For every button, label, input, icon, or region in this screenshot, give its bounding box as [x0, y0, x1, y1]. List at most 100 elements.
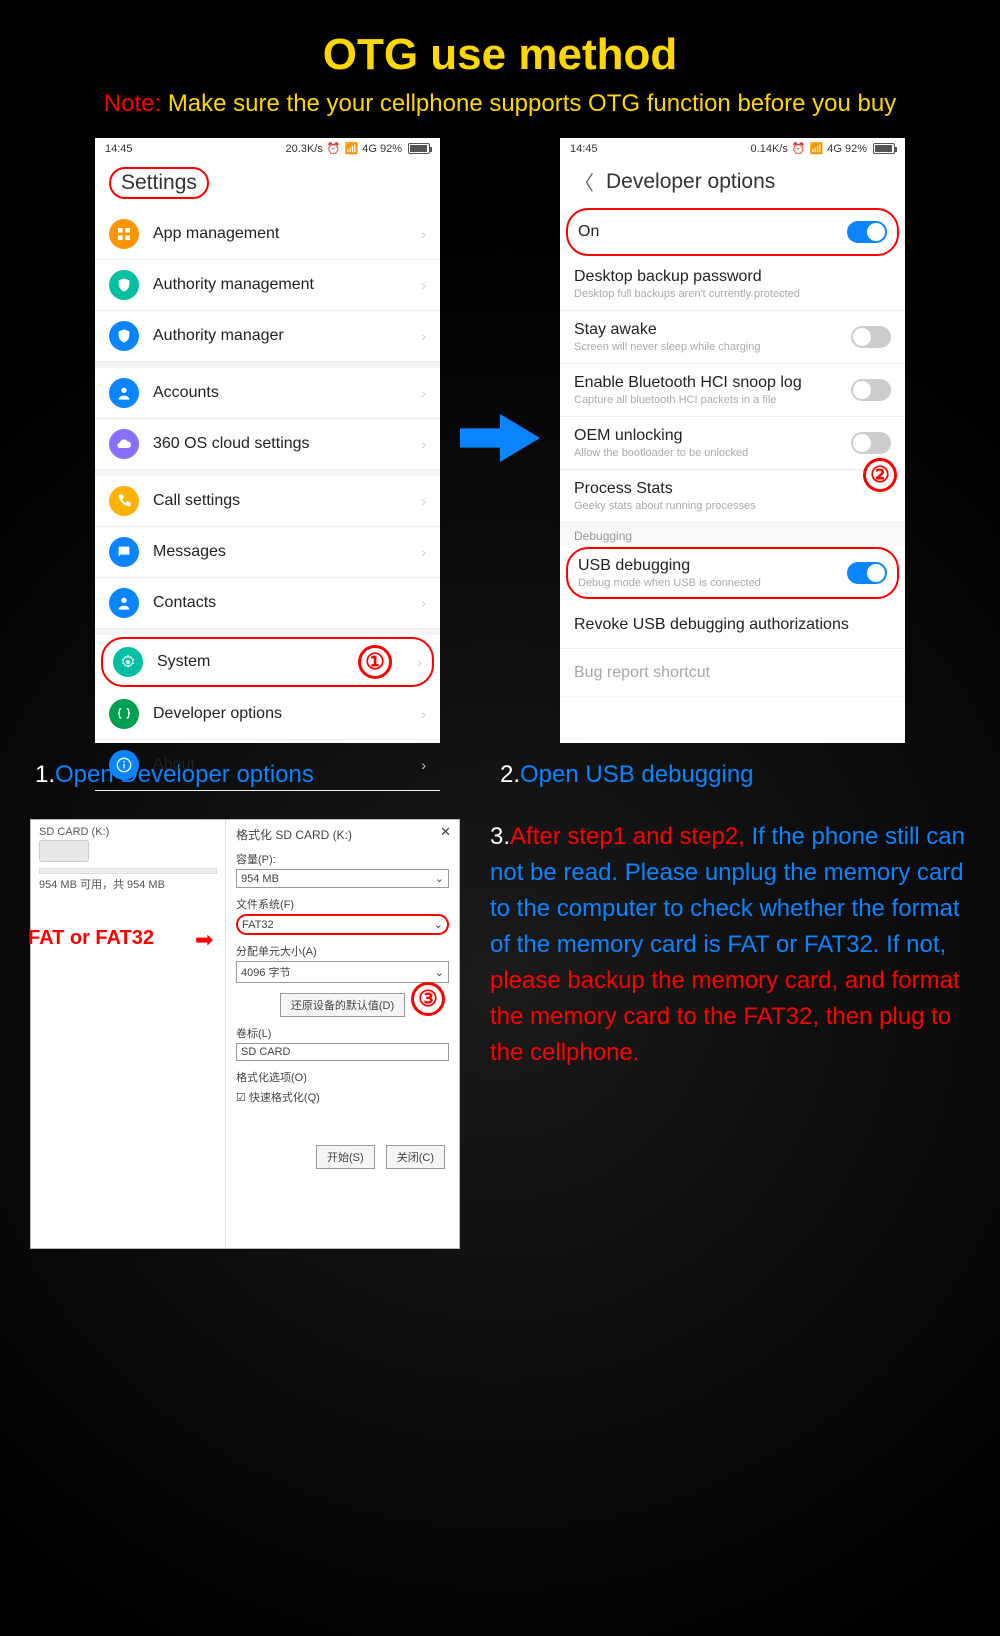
explorer-panel: SD CARD (K:) 954 MB 可用，共 954 MB [31, 820, 226, 1248]
capacity-label: 容量(P): [236, 851, 449, 867]
chevron-right-icon: › [421, 544, 426, 560]
start-button[interactable]: 开始(S) [316, 1145, 375, 1169]
toggle-switch[interactable] [851, 379, 891, 401]
settings-row[interactable]: 360 OS cloud settings› [95, 419, 440, 470]
grid-icon [109, 219, 139, 249]
badge-2: ② [863, 458, 897, 492]
volume-input[interactable]: SD CARD [236, 1043, 449, 1061]
battery-icon [408, 143, 430, 154]
settings-row[interactable]: App management› [95, 209, 440, 260]
filesystem-select[interactable]: FAT32⌄ [236, 914, 449, 935]
dev-row[interactable]: Enable Bluetooth HCI snoop log Capture al… [560, 364, 905, 417]
status-speed: 0.14K/s [751, 143, 788, 155]
capacity-bar [39, 868, 217, 874]
toggle-switch[interactable] [851, 432, 891, 454]
settings-title-row: Settings [95, 159, 440, 209]
row-title: Process Stats [574, 480, 891, 498]
note-text: Note: Make sure the your cellphone suppo… [0, 90, 1000, 138]
toggle-switch[interactable] [851, 326, 891, 348]
status-net: 4G 92% [362, 143, 402, 155]
alarm-icon: ⏰ [327, 142, 341, 155]
dev-title: Developer options [606, 170, 775, 194]
fat-arrow-icon: ➡ [195, 927, 213, 953]
alarm-icon: ⏰ [792, 142, 806, 155]
row-label: 360 OS cloud settings [153, 435, 421, 453]
gear-icon [113, 647, 143, 677]
user-icon [109, 588, 139, 618]
volume-label: 卷标(L) [236, 1025, 449, 1041]
capacity-select[interactable]: 954 MB⌄ [236, 869, 449, 888]
toggle-switch[interactable] [847, 221, 887, 243]
badge-3: ③ [411, 982, 445, 1016]
chevron-right-icon: › [421, 595, 426, 611]
settings-row[interactable]: Call settings› [95, 476, 440, 527]
status-bar: 14:45 0.14K/s ⏰ 📶 4G 92% [560, 138, 905, 159]
cloud-icon [109, 429, 139, 459]
restore-defaults-button[interactable]: 还原设备的默认值(D) [280, 993, 405, 1017]
row-subtitle: Geeky stats about running processes [574, 500, 891, 512]
row-label: Authority management [153, 276, 421, 294]
row-label: App management [153, 225, 421, 243]
filesystem-label: 文件系统(F) [236, 896, 449, 912]
shield-icon [109, 321, 139, 351]
settings-row[interactable]: System›① [101, 637, 434, 687]
settings-list: App management›Authority management›Auth… [95, 209, 440, 791]
settings-row[interactable]: Developer options› [95, 689, 440, 740]
drive-sub: 954 MB 可用，共 954 MB [39, 876, 217, 892]
settings-row[interactable]: Contacts› [95, 578, 440, 629]
signal-icon: 📶 [810, 142, 824, 155]
row-title: Enable Bluetooth HCI snoop log [574, 374, 851, 392]
row-title: On [578, 223, 847, 241]
settings-title: Settings [109, 167, 209, 199]
dev-row[interactable]: USB debugging Debug mode when USB is conn… [566, 547, 899, 599]
dev-row[interactable]: OEM unlockingAllow the bootloader to be … [560, 417, 905, 470]
dev-list: On Desktop backup password Desktop full ba… [560, 206, 905, 697]
alloc-select[interactable]: 4096 字节⌄ [236, 961, 449, 983]
chevron-right-icon: › [421, 757, 426, 773]
badge-1: ① [358, 645, 392, 679]
alloc-label: 分配单元大小(A) [236, 943, 449, 959]
dev-row[interactable]: Revoke USB debugging authorizations [560, 601, 905, 649]
disk-icon [39, 840, 89, 862]
settings-row[interactable]: Authority management› [95, 260, 440, 311]
dev-row[interactable]: Bug report shortcut [560, 649, 905, 697]
settings-row[interactable]: Authority manager› [95, 311, 440, 362]
row-label: Developer options [153, 705, 421, 723]
chevron-right-icon: › [417, 654, 422, 670]
signal-icon: 📶 [345, 142, 359, 155]
dev-row[interactable]: On [566, 208, 899, 256]
row-title: Desktop backup password [574, 268, 891, 286]
phone-icon [109, 486, 139, 516]
step3-red1: After step1 and step2, [510, 823, 745, 850]
close-button[interactable]: 关闭(C) [386, 1145, 445, 1169]
settings-row[interactable]: About› [95, 740, 440, 791]
dev-row[interactable]: Stay awakeScreen will never sleep while … [560, 311, 905, 364]
dev-row[interactable]: Desktop backup password Desktop full back… [560, 258, 905, 311]
info-icon [109, 750, 139, 780]
settings-row[interactable]: Messages› [95, 527, 440, 578]
close-icon[interactable]: ✕ [440, 824, 451, 840]
chevron-right-icon: › [421, 706, 426, 722]
quick-format-checkbox[interactable]: ☑ 快速格式化(Q) [236, 1089, 449, 1105]
row-subtitle: Capture all bluetooth HCI packets in a f… [574, 394, 851, 406]
caption-1-num: 1. [35, 761, 55, 788]
row-title: Revoke USB debugging authorizations [574, 616, 891, 634]
chevron-right-icon: › [421, 226, 426, 242]
settings-row[interactable]: Accounts› [95, 368, 440, 419]
shield-icon [109, 270, 139, 300]
dev-row[interactable]: Process Stats Geeky stats about running p… [560, 470, 905, 523]
chevron-right-icon: › [421, 277, 426, 293]
caption-2: 2.Open USB debugging [490, 743, 970, 789]
toggle-switch[interactable] [847, 562, 887, 584]
row-subtitle: Debug mode when USB is connected [578, 577, 847, 589]
format-dialog-block: FAT or FAT32 ➡ SD CARD (K:) 954 MB 可用，共 … [30, 819, 460, 1249]
status-bar: 14:45 20.3K/s ⏰ 📶 4G 92% [95, 138, 440, 159]
row-label: Messages [153, 543, 421, 561]
battery-icon [873, 143, 895, 154]
row-label: About [153, 756, 421, 774]
row-subtitle: Desktop full backups aren't currently pr… [574, 288, 891, 300]
row-title: USB debugging [578, 557, 847, 575]
back-icon[interactable]: 〈 [574, 167, 594, 196]
dev-title-row: 〈 Developer options [560, 159, 905, 206]
status-net: 4G 92% [827, 143, 867, 155]
